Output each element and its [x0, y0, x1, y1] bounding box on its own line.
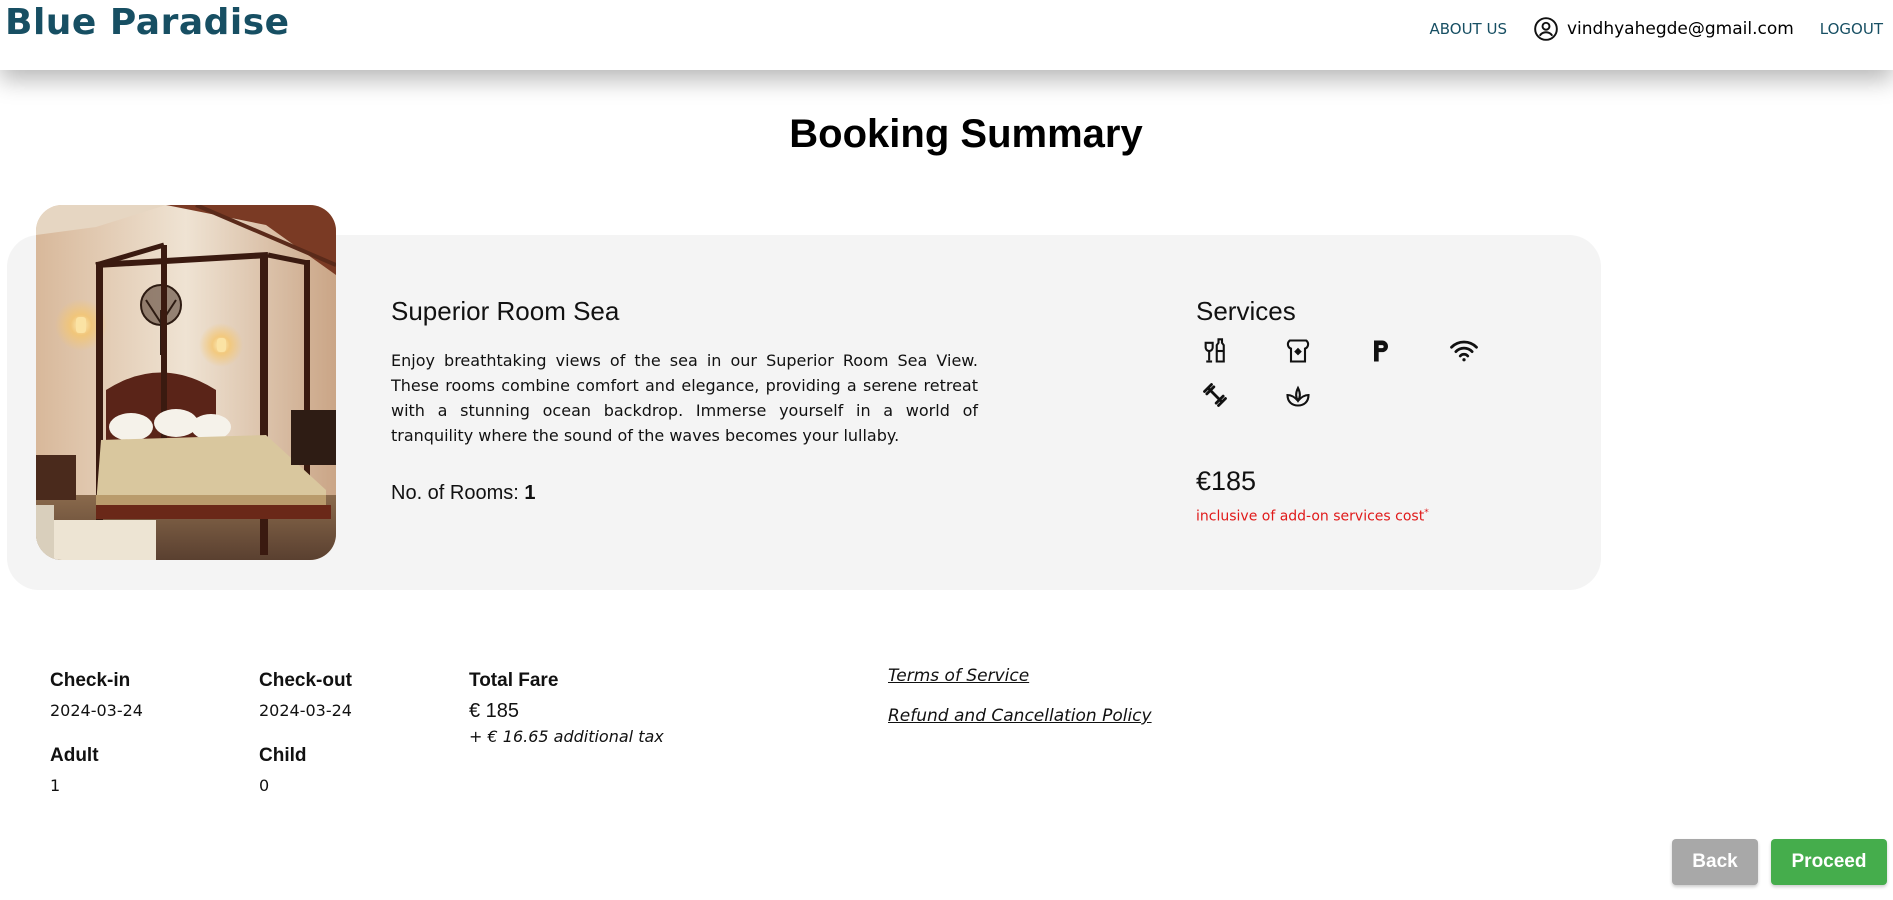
child-value: 0 [259, 776, 270, 795]
logout-link[interactable]: LOGOUT [1820, 20, 1883, 38]
adult-value: 1 [50, 776, 61, 795]
spa-icon [1283, 380, 1313, 410]
room-price: €185 [1196, 466, 1257, 496]
room-count-label: No. of Rooms: [391, 482, 525, 504]
checkin-value: 2024-03-24 [50, 701, 143, 720]
total-fare-label: Total Fare [469, 670, 559, 691]
additional-tax: + € 16.65 additional tax [469, 727, 664, 746]
refund-policy-link[interactable]: Refund and Cancellation Policy [888, 706, 1152, 726]
gym-icon [1200, 380, 1230, 410]
services-icons [1200, 336, 1540, 424]
user-account[interactable]: vindhyahegde@gmail.com [1533, 16, 1794, 42]
brand-logo[interactable]: Blue Paradise [5, 2, 290, 43]
page-title: Booking Summary [789, 112, 1143, 156]
top-navigation-bar: Blue Paradise ABOUT US vindhyahegde@gmai… [0, 0, 1893, 70]
user-email: vindhyahegde@gmail.com [1566, 19, 1794, 39]
about-us-link[interactable]: ABOUT US [1429, 20, 1507, 38]
header-nav: ABOUT US vindhyahegde@gmail.com LOGOUT [1429, 16, 1883, 42]
room-description: Enjoy breathtaking views of the sea in o… [391, 351, 978, 445]
account-circle-icon [1533, 16, 1559, 42]
bar-icon [1200, 336, 1230, 366]
room-count: No. of Rooms: 1 [391, 482, 536, 505]
checkin-label: Check-in [50, 670, 131, 691]
terms-of-service-link[interactable]: Terms of Service [888, 666, 1029, 686]
room-count-value: 1 [524, 482, 536, 504]
back-button[interactable]: Back [1672, 839, 1758, 885]
child-label: Child [259, 745, 307, 766]
room-photo [36, 205, 336, 560]
room-name: Superior Room Sea [391, 296, 620, 326]
proceed-button[interactable]: Proceed [1771, 839, 1887, 885]
price-note-asterisk: * [1424, 508, 1429, 518]
price-note-text: inclusive of add-on services cost [1196, 508, 1425, 525]
price-note: inclusive of add-on services cost* [1196, 508, 1429, 525]
parking-icon [1366, 336, 1396, 366]
checkout-value: 2024-03-24 [259, 701, 352, 720]
adult-label: Adult [50, 745, 99, 766]
checkout-label: Check-out [259, 670, 352, 691]
wifi-icon [1449, 336, 1479, 366]
total-fare-value: € 185 [469, 700, 520, 722]
toast-icon [1283, 336, 1313, 366]
services-title: Services [1196, 296, 1296, 326]
